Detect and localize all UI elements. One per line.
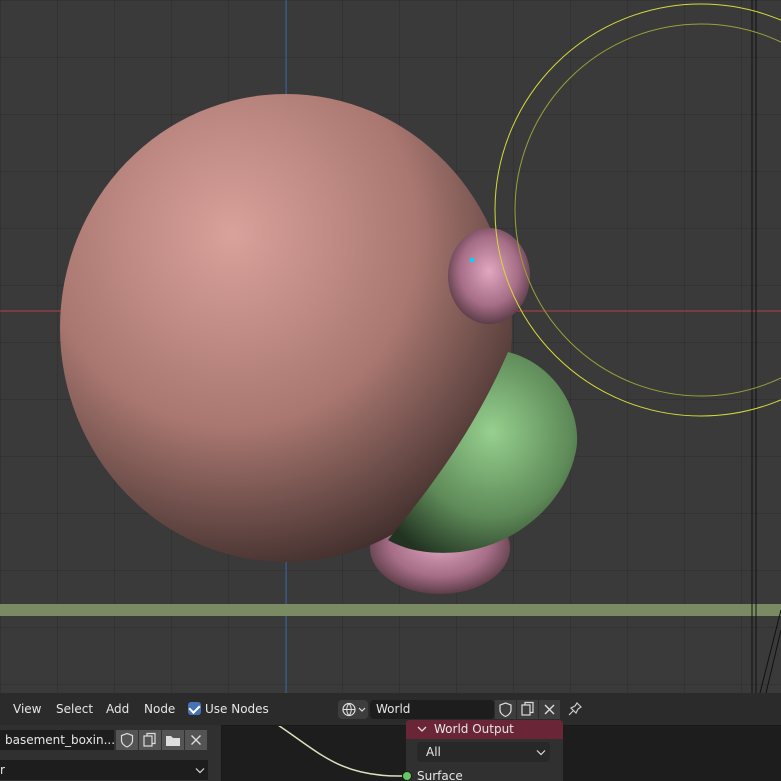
- copy-icon: [143, 735, 153, 747]
- fake-user-button[interactable]: [495, 700, 516, 719]
- node-header[interactable]: World Output: [406, 720, 563, 739]
- side-close-button[interactable]: [185, 730, 207, 750]
- chevron-down-icon: [536, 750, 546, 756]
- pin-button[interactable]: [566, 700, 584, 719]
- file-name-field[interactable]: basement_boxin...: [0, 730, 114, 750]
- 3d-viewport[interactable]: [0, 0, 781, 693]
- close-icon: [191, 735, 201, 745]
- open-file-button[interactable]: [162, 730, 184, 750]
- menu-select[interactable]: Select: [56, 701, 93, 717]
- pin-icon: [568, 702, 582, 716]
- world-type-dropdown[interactable]: [338, 700, 368, 719]
- shield-icon: [120, 732, 134, 748]
- world-output-node[interactable]: World Output All Surface: [402, 720, 563, 781]
- surface-socket[interactable]: [402, 771, 412, 781]
- folder-icon: [166, 736, 180, 746]
- chevron-down-icon: [417, 726, 427, 732]
- duplicate-button[interactable]: [517, 700, 538, 719]
- node-title: World Output: [434, 722, 514, 736]
- side-duplicate-button[interactable]: [139, 730, 161, 750]
- side-fake-user-button[interactable]: [116, 730, 138, 750]
- chevron-down-icon: [358, 707, 366, 712]
- close-icon: [544, 704, 555, 715]
- chevron-down-icon: [195, 768, 205, 774]
- use-nodes-label: Use Nodes: [205, 702, 269, 716]
- side-panel-select[interactable]: r: [0, 760, 208, 780]
- copy-icon: [521, 704, 531, 716]
- shader-editor[interactable]: View Select Add Node Use Nodes World wor…: [0, 693, 781, 781]
- menu-view[interactable]: View: [13, 701, 41, 717]
- target-dropdown[interactable]: All: [417, 742, 550, 762]
- world-name-field[interactable]: World: [370, 700, 494, 719]
- surface-socket-label: Surface: [417, 769, 463, 781]
- selected-vertex: [470, 258, 474, 262]
- menu-node[interactable]: Node: [144, 701, 175, 717]
- menu-add[interactable]: Add: [106, 701, 129, 717]
- editor-header: View Select Add Node Use Nodes World: [0, 693, 781, 726]
- use-nodes-checkbox[interactable]: [188, 702, 201, 715]
- side-panel-select-value: r: [0, 763, 5, 777]
- ground-plane-edge: [0, 604, 781, 616]
- shield-icon: [499, 702, 512, 718]
- side-panel: world basement_boxin... r: [0, 725, 222, 781]
- node-link: [274, 722, 403, 777]
- unlink-button[interactable]: [539, 700, 560, 719]
- target-dropdown-value: All: [426, 745, 441, 759]
